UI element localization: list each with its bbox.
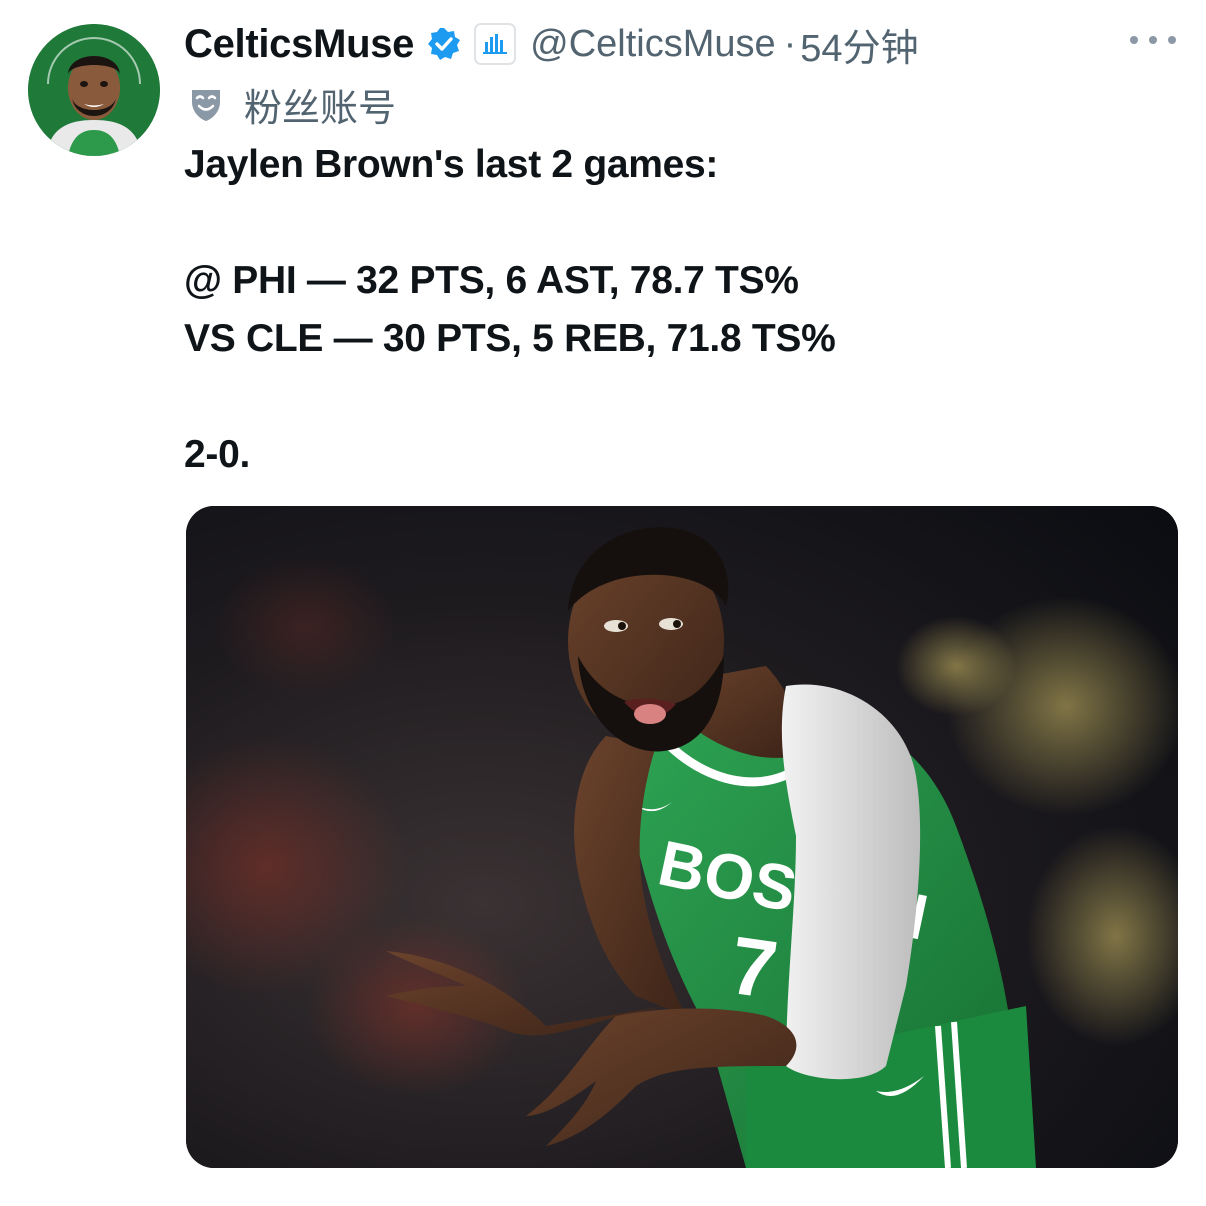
- separator-dot: ·: [783, 22, 797, 65]
- bar-chart-badge-icon[interactable]: [474, 23, 517, 65]
- tweet-header: CelticsMuse @CelticsMuse · 54分钟: [184, 14, 1184, 74]
- tweet-line: VS CLE — 30 PTS, 5 REB, 71.8 TS%: [184, 317, 836, 360]
- tweet-text: Jaylen Brown's last 2 games: @ PHI — 32 …: [184, 136, 836, 484]
- tweet-line: [184, 194, 835, 252]
- tweet[interactable]: CelticsMuse @CelticsMuse · 54分钟 粉丝账号 Jay…: [0, 0, 1206, 1206]
- verified-badge-icon[interactable]: [426, 26, 462, 62]
- tweet-photo[interactable]: BOSTON 7: [186, 506, 1178, 1168]
- tweet-line: @ PHI — 32 PTS, 6 AST, 78.7 TS%: [184, 259, 799, 302]
- tweet-line: Jaylen Brown's last 2 games:: [184, 143, 719, 186]
- handle[interactable]: @CelticsMuse: [530, 23, 776, 66]
- fan-account-label: 粉丝账号: [186, 76, 396, 132]
- more-dots-icon[interactable]: [1130, 28, 1176, 52]
- fan-label-text: 粉丝账号: [244, 87, 397, 130]
- tweet-line: [184, 368, 835, 426]
- fan-mask-icon: [186, 84, 226, 124]
- avatar[interactable]: [28, 24, 160, 156]
- tweet-line: 2-0.: [184, 433, 251, 476]
- display-name[interactable]: CelticsMuse: [184, 22, 414, 67]
- timestamp[interactable]: 54分钟: [800, 17, 918, 72]
